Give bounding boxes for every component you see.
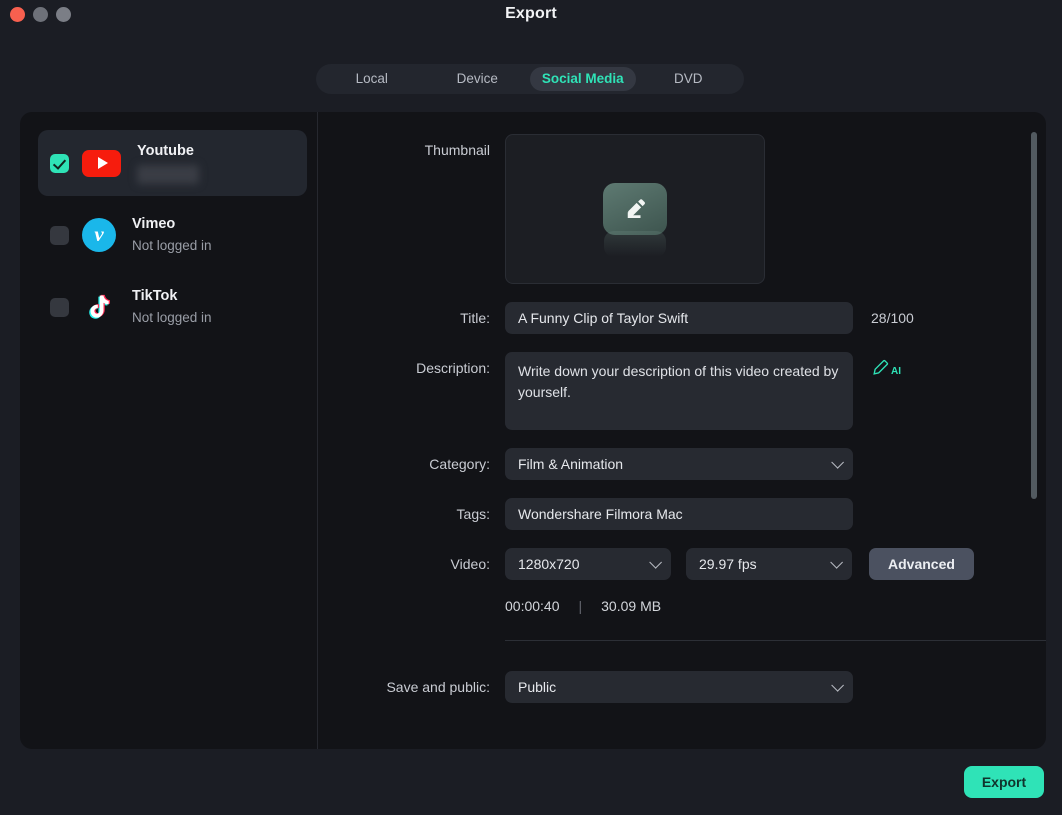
tab-local[interactable]: Local (319, 67, 425, 91)
category-label: Category: (429, 456, 490, 472)
account-row-vimeo[interactable]: v Vimeo Not logged in (38, 202, 307, 268)
description-input[interactable]: Write down your description of this vide… (505, 352, 853, 430)
tab-device[interactable]: Device (425, 67, 531, 91)
export-target-tabs: Local Device Social Media DVD (316, 64, 744, 94)
account-name-tiktok: TikTok (132, 287, 178, 304)
title-char-counter: 28/100 (871, 310, 914, 326)
chevron-down-icon (831, 455, 844, 469)
account-status-vimeo: Not logged in (132, 237, 212, 253)
edit-pencil-icon (603, 183, 667, 235)
category-value: Film & Animation (518, 456, 624, 472)
tags-label: Tags: (456, 506, 490, 522)
account-name-youtube: Youtube (137, 143, 194, 159)
chevron-down-icon (649, 555, 662, 569)
title-row: Title: A Funny Clip of Taylor Swift 28/1… (319, 302, 1046, 334)
privacy-select[interactable]: Public (505, 671, 853, 703)
footer-bar: Export (0, 749, 1062, 815)
filesize-value: 30.09 MB (601, 598, 662, 614)
privacy-row: Save and public: Public (319, 671, 1046, 703)
advanced-button[interactable]: Advanced (869, 548, 974, 580)
content-panel: Youtube v Vimeo Not logged in TikTok Not… (20, 112, 1046, 749)
section-divider (505, 640, 1046, 641)
output-meta-row: 00:00:40 | 30.09 MB (319, 598, 1046, 614)
vimeo-icon: v (82, 218, 116, 252)
thumbnail-row: Thumbnail (319, 134, 1046, 284)
tags-input[interactable]: Wondershare Filmora Mac (505, 498, 853, 530)
account-text-vimeo: Vimeo Not logged in (132, 215, 212, 256)
account-checkbox-youtube[interactable] (50, 153, 69, 173)
tab-dvd[interactable]: DVD (636, 67, 742, 91)
privacy-value: Public (518, 679, 557, 695)
meta-separator: | (578, 598, 583, 614)
accounts-sidebar: Youtube v Vimeo Not logged in TikTok Not… (20, 112, 318, 749)
page-title: Export (505, 5, 557, 22)
chevron-down-icon (830, 555, 843, 569)
thumbnail-preview[interactable] (505, 134, 765, 284)
resolution-select[interactable]: 1280x720 (505, 548, 671, 580)
category-row: Category: Film & Animation (319, 448, 1046, 480)
framerate-value: 29.97 fps (699, 556, 757, 572)
framerate-select[interactable]: 29.97 fps (686, 548, 852, 580)
account-text-tiktok: TikTok Not logged in (132, 287, 212, 328)
ai-badge-label: AI (891, 366, 901, 377)
description-row: Description: Write down your description… (319, 352, 1046, 430)
tags-row: Tags: Wondershare Filmora Mac (319, 498, 1046, 530)
chevron-down-icon (831, 678, 844, 692)
export-window: Export Local Device Social Media DVD You… (0, 0, 1062, 815)
account-name-vimeo: Vimeo (132, 215, 176, 232)
description-label: Description: (416, 360, 490, 376)
form-scrollbar[interactable] (1031, 130, 1037, 730)
account-row-tiktok[interactable]: TikTok Not logged in (38, 274, 307, 340)
thumbnail-reflection (604, 231, 666, 257)
video-row: Video: 1280x720 29.97 fps Advanced (319, 548, 1046, 580)
account-status-tiktok: Not logged in (132, 309, 212, 325)
account-checkbox-vimeo[interactable] (50, 225, 69, 245)
output-meta: 00:00:40 | 30.09 MB (505, 598, 661, 614)
category-select[interactable]: Film & Animation (505, 448, 853, 480)
thumbnail-label: Thumbnail (424, 142, 490, 158)
privacy-label: Save and public: (386, 679, 490, 695)
export-form: Thumbnail Title: A Funny Clip of Taylor … (319, 112, 1046, 749)
export-button[interactable]: Export (964, 766, 1044, 798)
title-input[interactable]: A Funny Clip of Taylor Swift (505, 302, 853, 334)
ai-generate-icon[interactable]: AI (871, 358, 901, 377)
tab-social-media[interactable]: Social Media (530, 67, 636, 91)
account-name-redacted (137, 165, 199, 184)
title-label: Title: (460, 310, 490, 326)
duration-value: 00:00:40 (505, 598, 560, 614)
resolution-value: 1280x720 (518, 556, 580, 572)
youtube-icon (82, 149, 121, 177)
form-scrollbar-thumb[interactable] (1031, 132, 1037, 499)
account-row-youtube[interactable]: Youtube (38, 130, 307, 196)
video-label: Video: (450, 556, 490, 572)
account-text-youtube: Youtube (137, 142, 199, 184)
title-bar: Export (0, 0, 1062, 52)
account-checkbox-tiktok[interactable] (50, 297, 69, 317)
tiktok-icon (82, 290, 116, 324)
